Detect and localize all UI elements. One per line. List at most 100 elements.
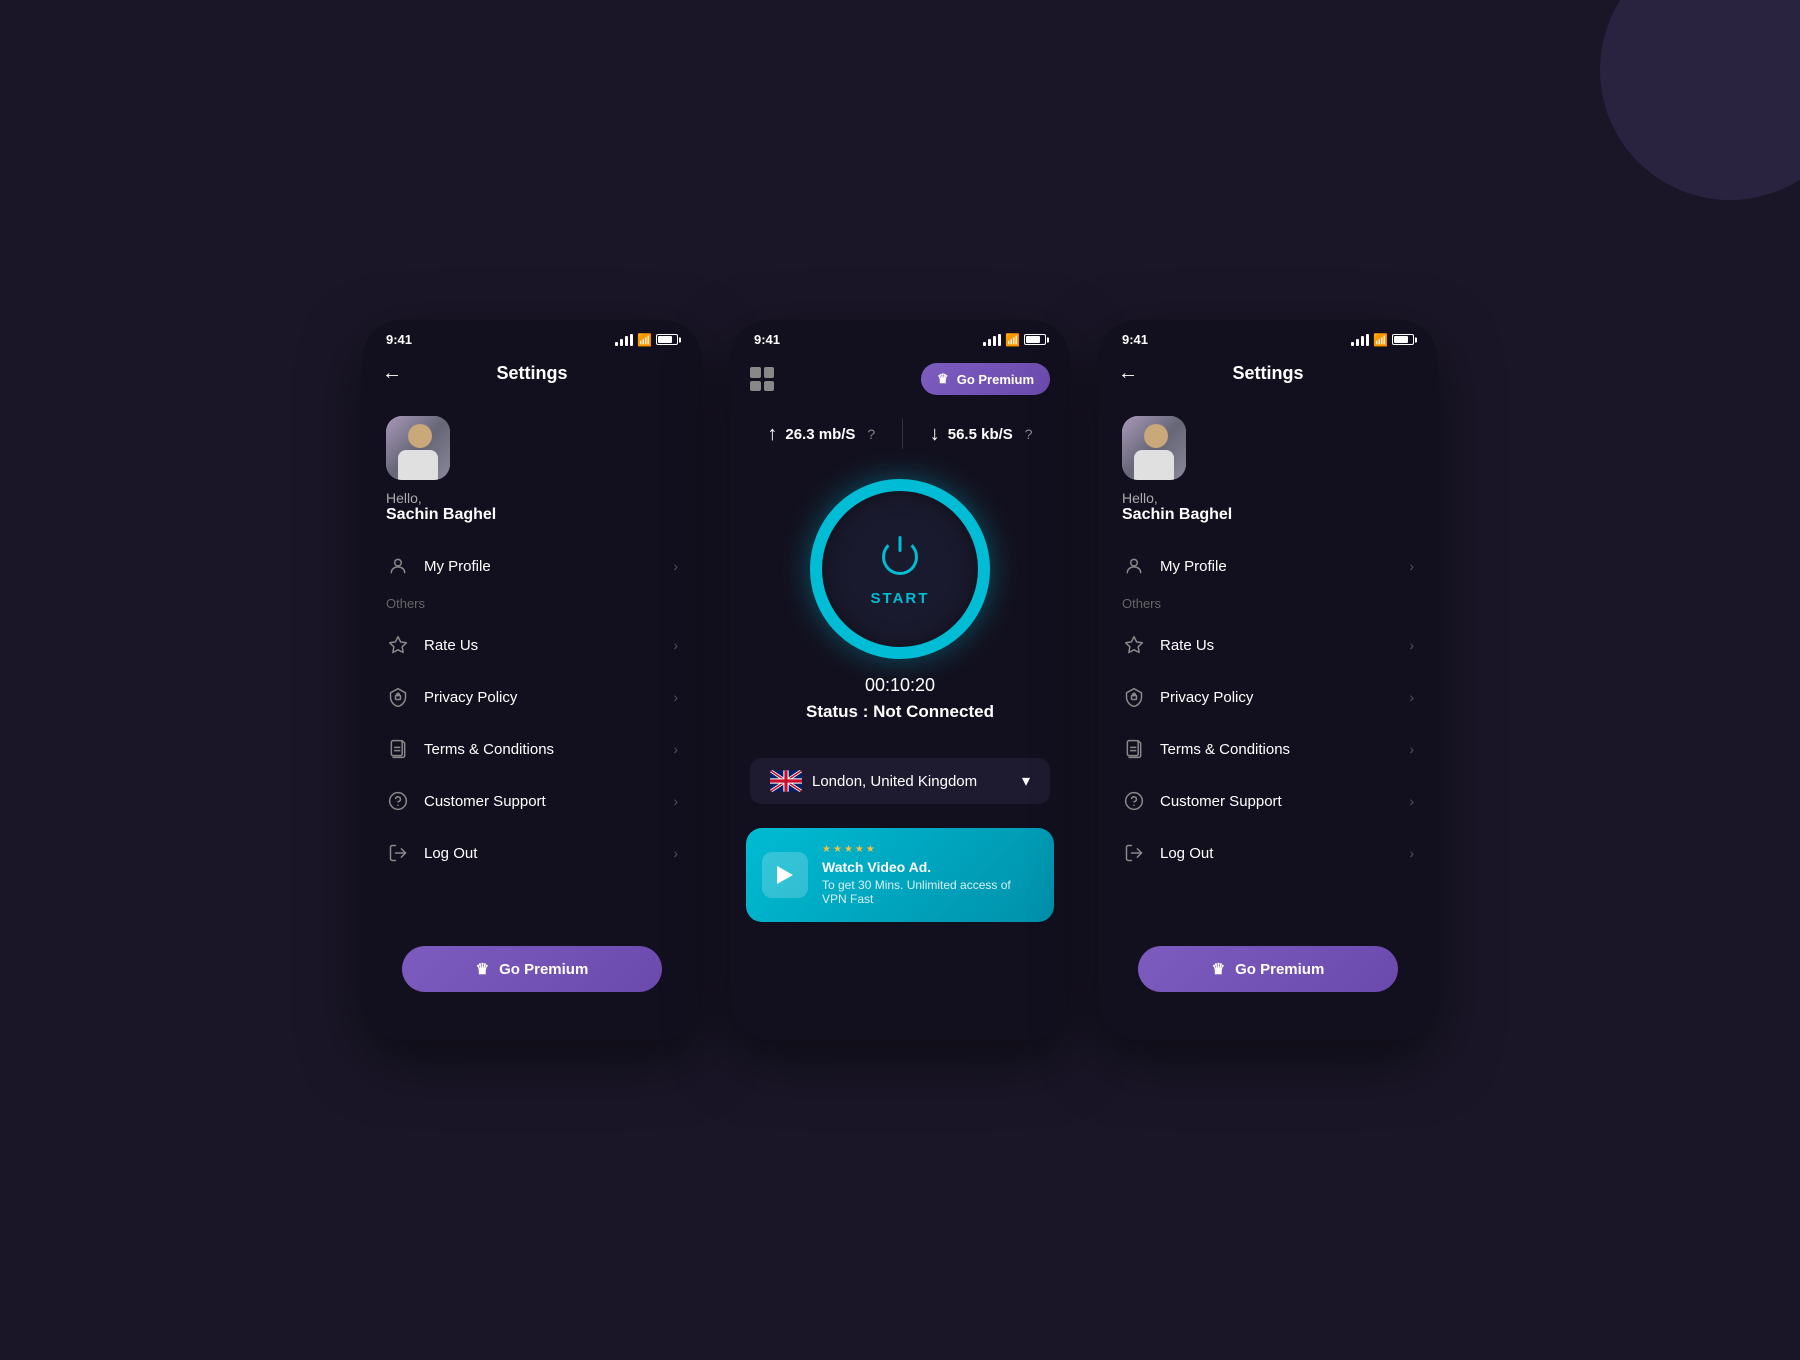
go-premium-label-left: Go Premium <box>499 961 588 978</box>
chevron-icon-left-logout: › <box>673 845 678 861</box>
upload-arrow-icon: ↑ <box>767 423 777 446</box>
ad-stars: ★ ★ ★ ★ ★ <box>822 844 1038 855</box>
background-decoration <box>1600 0 1800 200</box>
chevron-icon-right-rate: › <box>1409 637 1414 653</box>
start-label: START <box>871 590 930 607</box>
settings-header-right: ← Settings <box>1098 355 1438 400</box>
profile-icon-left <box>386 554 410 578</box>
username-right: Sachin Baghel <box>1122 506 1232 524</box>
wifi-icon-right: 📶 <box>1373 333 1388 347</box>
status-icons-middle: 📶 <box>983 333 1046 347</box>
logout-icon-right <box>1122 841 1146 865</box>
go-premium-label-right: Go Premium <box>1235 961 1324 978</box>
chevron-icon-left-terms: › <box>673 741 678 757</box>
document-icon-right <box>1122 737 1146 761</box>
menu-item-my-profile-right[interactable]: My Profile › <box>1098 540 1438 592</box>
chevron-icon-right-profile: › <box>1409 558 1414 574</box>
support-label-right: Customer Support <box>1160 793 1409 810</box>
star-1: ★ <box>822 844 831 855</box>
terms-label-left: Terms & Conditions <box>424 741 673 758</box>
star-icon-left <box>386 633 410 657</box>
location-name: London, United Kingdom <box>812 773 1012 790</box>
chevron-icon-right-terms: › <box>1409 741 1414 757</box>
grid-menu-icon[interactable] <box>750 367 774 391</box>
uk-flag-icon <box>770 770 802 792</box>
middle-phone: 9:41 📶 <box>730 320 1070 1040</box>
star-2: ★ <box>833 844 842 855</box>
rate-us-label-right: Rate Us <box>1160 637 1409 654</box>
logout-label-right: Log Out <box>1160 845 1409 862</box>
signal-icon-left <box>615 334 633 346</box>
go-premium-button-left[interactable]: ♛ Go Premium <box>402 946 662 992</box>
ad-subtitle: To get 30 Mins. Unlimited access of VPN … <box>822 878 1038 906</box>
status-icons-right: 📶 <box>1351 333 1414 347</box>
vpn-status: Status : Not Connected <box>806 702 994 722</box>
upload-help-icon: ? <box>867 426 875 442</box>
download-speed: ↓ 56.5 kb/S ? <box>930 419 1033 449</box>
ad-banner[interactable]: ★ ★ ★ ★ ★ Watch Video Ad. To get 30 Mins… <box>746 828 1054 922</box>
download-help-icon: ? <box>1025 426 1033 442</box>
chevron-icon-left-rate: › <box>673 637 678 653</box>
location-bar[interactable]: London, United Kingdom ▾ <box>750 758 1050 804</box>
username-left: Sachin Baghel <box>386 506 496 524</box>
battery-icon-right <box>1392 334 1414 345</box>
shield-icon-right <box>1122 685 1146 709</box>
chevron-icon-right-logout: › <box>1409 845 1414 861</box>
menu-item-logout-right[interactable]: Log Out › <box>1098 827 1438 879</box>
menu-item-terms-left[interactable]: Terms & Conditions › <box>362 723 702 775</box>
status-bar-right: 9:41 📶 <box>1098 320 1438 355</box>
profile-icon-right <box>1122 554 1146 578</box>
terms-label-right: Terms & Conditions <box>1160 741 1409 758</box>
vpn-circle-container: START 00:10:20 Status : Not Connected <box>730 469 1070 742</box>
star-icon-right <box>1122 633 1146 657</box>
go-premium-button-middle[interactable]: ♛ Go Premium <box>921 363 1050 395</box>
go-premium-label-middle: Go Premium <box>957 372 1034 387</box>
shield-icon-left <box>386 685 410 709</box>
logout-label-left: Log Out <box>424 845 673 862</box>
wifi-icon-left: 📶 <box>637 333 652 347</box>
menu-item-support-left[interactable]: Customer Support › <box>362 775 702 827</box>
rate-us-label-left: Rate Us <box>424 637 673 654</box>
avatar-left <box>386 416 450 480</box>
upload-speed: ↑ 26.3 mb/S ? <box>767 419 875 449</box>
crown-icon-middle: ♛ <box>937 371 949 387</box>
menu-item-logout-left[interactable]: Log Out › <box>362 827 702 879</box>
menu-item-rate-us-right[interactable]: Rate Us › <box>1098 619 1438 671</box>
my-profile-label-right: My Profile <box>1160 558 1409 575</box>
ad-play-button[interactable] <box>762 852 808 898</box>
crown-icon-right: ♛ <box>1212 960 1225 978</box>
back-button-right[interactable]: ← <box>1118 362 1138 385</box>
privacy-policy-label-left: Privacy Policy <box>424 689 673 706</box>
menu-item-support-right[interactable]: Customer Support › <box>1098 775 1438 827</box>
ad-title: Watch Video Ad. <box>822 859 1038 875</box>
ad-text: ★ ★ ★ ★ ★ Watch Video Ad. To get 30 Mins… <box>822 844 1038 906</box>
menu-item-privacy-right[interactable]: Privacy Policy › <box>1098 671 1438 723</box>
dropdown-arrow-icon: ▾ <box>1022 771 1030 791</box>
profile-section-right: Hello, Sachin Baghel <box>1098 400 1438 540</box>
menu-item-terms-right[interactable]: Terms & Conditions › <box>1098 723 1438 775</box>
signal-icon-middle <box>983 334 1001 346</box>
document-icon-left <box>386 737 410 761</box>
power-icon <box>875 532 925 582</box>
left-phone: 9:41 📶 ← Settings <box>362 320 702 1040</box>
chevron-icon-left-support: › <box>673 793 678 809</box>
avatar-right <box>1122 416 1186 480</box>
time-left: 9:41 <box>386 332 412 347</box>
star-4: ★ <box>855 844 864 855</box>
upload-speed-value: 26.3 mb/S <box>785 426 855 443</box>
help-icon-right <box>1122 789 1146 813</box>
settings-title-left: Settings <box>496 363 567 384</box>
star-5: ★ <box>866 844 875 855</box>
menu-item-my-profile-left[interactable]: My Profile › <box>362 540 702 592</box>
vpn-power-button[interactable]: START <box>810 479 990 659</box>
chevron-icon-right-privacy: › <box>1409 689 1414 705</box>
menu-item-rate-us-left[interactable]: Rate Us › <box>362 619 702 671</box>
support-label-left: Customer Support <box>424 793 673 810</box>
others-section-left: Others <box>362 592 702 619</box>
status-bar-left: 9:41 📶 <box>362 320 702 355</box>
go-premium-button-right[interactable]: ♛ Go Premium <box>1138 946 1398 992</box>
star-3: ★ <box>844 844 853 855</box>
back-button-left[interactable]: ← <box>382 362 402 385</box>
wifi-icon-middle: 📶 <box>1005 333 1020 347</box>
menu-item-privacy-left[interactable]: Privacy Policy › <box>362 671 702 723</box>
